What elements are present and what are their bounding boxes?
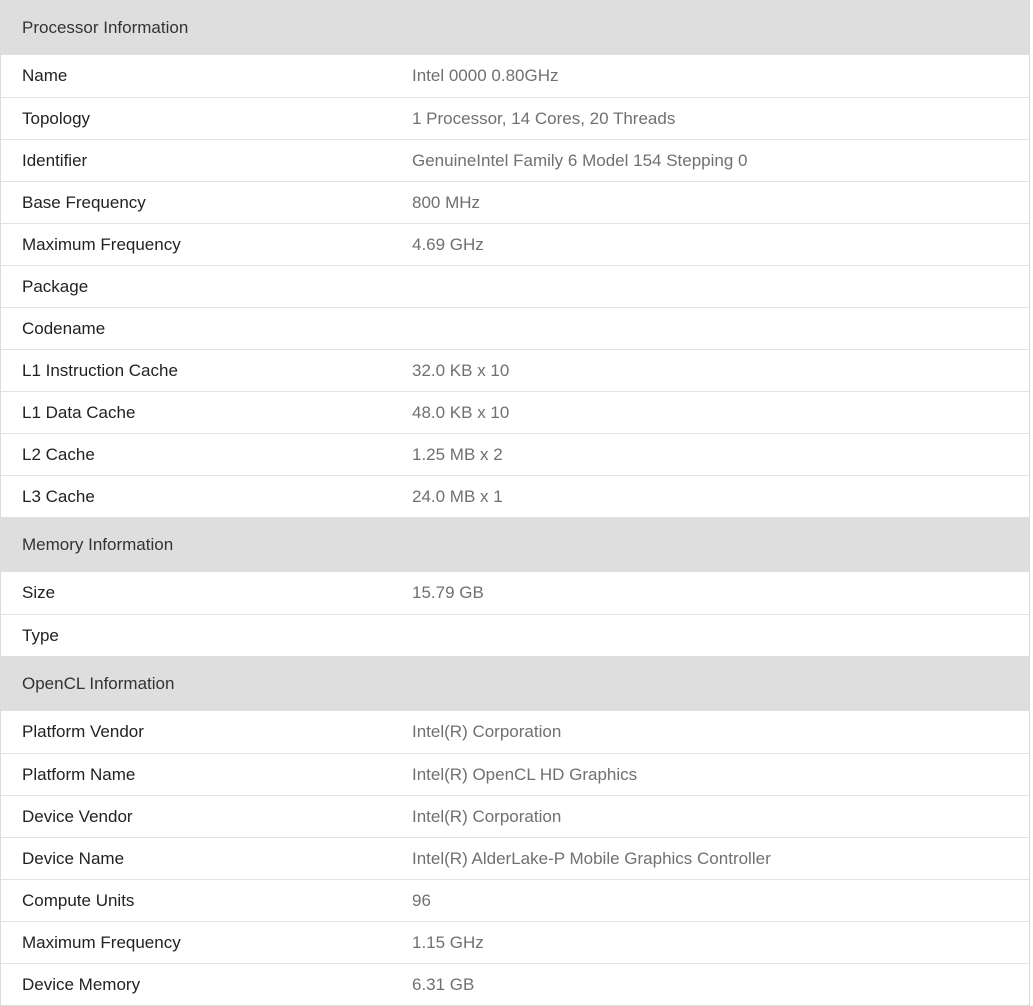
row-value: 96	[412, 890, 431, 910]
table-row: L1 Instruction Cache 32.0 KB x 10	[1, 349, 1029, 391]
row-label: Codename	[22, 318, 106, 338]
table-row: Size 15.79 GB	[1, 572, 1029, 614]
row-value: Intel(R) AlderLake-P Mobile Graphics Con…	[412, 848, 771, 868]
section-title: Processor Information	[22, 17, 189, 37]
row-label: Package	[22, 276, 89, 296]
row-label: Maximum Frequency	[22, 932, 181, 952]
row-label: L1 Data Cache	[22, 402, 136, 422]
row-value: 15.79 GB	[412, 583, 484, 602]
row-label: Compute Units	[22, 890, 135, 910]
section-title: OpenCL Information	[22, 673, 175, 693]
row-value: 6.31 GB	[412, 974, 475, 994]
section-opencl: Platform Vendor Intel(R) Corporation Pla…	[1, 711, 1029, 1005]
row-label: Topology	[22, 108, 91, 128]
row-label: Identifier	[22, 150, 88, 170]
row-value: 32.0 KB x 10	[412, 360, 510, 380]
row-value: Intel(R) Corporation	[412, 806, 562, 826]
row-label: L2 Cache	[22, 444, 95, 464]
row-label: Device Memory	[22, 974, 141, 994]
table-row: L3 Cache 24.0 MB x 1	[1, 475, 1029, 517]
table-row: Package	[1, 265, 1029, 307]
table-row: Platform Vendor Intel(R) Corporation	[1, 711, 1029, 753]
row-label: Platform Vendor	[22, 722, 144, 741]
section-header-memory: Memory Information	[1, 517, 1029, 572]
table-row: L2 Cache 1.25 MB x 2	[1, 433, 1029, 475]
row-label: L3 Cache	[22, 486, 95, 506]
row-value: Intel(R) OpenCL HD Graphics	[412, 764, 638, 784]
row-value: 1 Processor, 14 Cores, 20 Threads	[412, 108, 676, 128]
table-row: L1 Data Cache 48.0 KB x 10	[1, 391, 1029, 433]
row-value: GenuineIntel Family 6 Model 154 Stepping…	[412, 150, 748, 170]
table-row: Codename	[1, 307, 1029, 349]
section-memory: Size 15.79 GB Type	[1, 572, 1029, 656]
table-row: Identifier GenuineIntel Family 6 Model 1…	[1, 139, 1029, 181]
system-info-table: Processor Information Name Intel 0000 0.…	[0, 0, 1030, 1006]
section-processor: Name Intel 0000 0.80GHz Topology 1 Proce…	[1, 55, 1029, 517]
section-title: Memory Information	[22, 534, 174, 554]
table-row: Platform Name Intel(R) OpenCL HD Graphic…	[1, 753, 1029, 795]
row-value: 24.0 MB x 1	[412, 486, 503, 506]
table-row: Compute Units 96	[1, 879, 1029, 921]
row-label: Device Vendor	[22, 806, 133, 826]
row-value: 1.15 GHz	[412, 932, 484, 952]
table-row: Device Memory 6.31 GB	[1, 963, 1029, 1005]
row-label: Base Frequency	[22, 192, 146, 212]
row-value: 800 MHz	[412, 192, 481, 212]
row-label: Size	[22, 583, 56, 602]
row-label: Type	[22, 625, 59, 645]
table-row: Maximum Frequency 4.69 GHz	[1, 223, 1029, 265]
row-label: Name	[22, 66, 68, 85]
row-label: Platform Name	[22, 764, 136, 784]
table-row: Maximum Frequency 1.15 GHz	[1, 921, 1029, 963]
table-row: Topology 1 Processor, 14 Cores, 20 Threa…	[1, 97, 1029, 139]
row-label: L1 Instruction Cache	[22, 360, 178, 380]
section-header-processor: Processor Information	[1, 0, 1029, 55]
row-value: 48.0 KB x 10	[412, 402, 510, 422]
row-value: Intel 0000 0.80GHz	[412, 66, 559, 85]
table-row: Device Vendor Intel(R) Corporation	[1, 795, 1029, 837]
table-row: Device Name Intel(R) AlderLake-P Mobile …	[1, 837, 1029, 879]
table-row: Type	[1, 614, 1029, 656]
table-row: Name Intel 0000 0.80GHz	[1, 55, 1029, 97]
row-value: Intel(R) Corporation	[412, 722, 562, 741]
row-label: Maximum Frequency	[22, 234, 181, 254]
section-header-opencl: OpenCL Information	[1, 656, 1029, 711]
row-value: 4.69 GHz	[412, 234, 484, 254]
table-row: Base Frequency 800 MHz	[1, 181, 1029, 223]
row-value: 1.25 MB x 2	[412, 444, 503, 464]
row-label: Device Name	[22, 848, 125, 868]
